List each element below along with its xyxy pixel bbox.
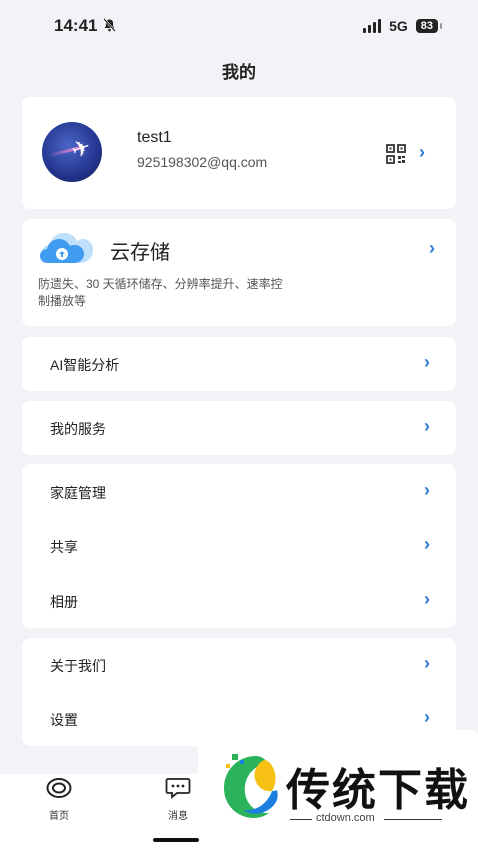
menu-item-ai-analysis[interactable]: AI智能分析 › (22, 337, 456, 391)
watermark-line-left (290, 819, 312, 820)
menu-item-label: 共享 (50, 539, 78, 555)
menu-item-about-us[interactable]: 关于我们 › (22, 638, 456, 692)
cloud-storage-card[interactable]: 云存储 防遗失、30 天循环储存、分辨率提升、速率控制播放等 › (22, 219, 456, 326)
profile-card[interactable]: ✈ test1 925198302@qq.com › (22, 97, 456, 209)
chevron-right-icon: › (424, 534, 430, 554)
silent-bell-icon (103, 17, 117, 35)
chevron-right-icon: › (424, 653, 430, 673)
watermark-url: ctdown.com (316, 812, 375, 824)
download-site-logo-icon (224, 754, 278, 818)
message-icon (165, 778, 191, 799)
menu-item-album[interactable]: 相册 › (22, 574, 456, 628)
watermark-overlay: 传统下载 ctdown.com (198, 730, 478, 826)
chevron-right-icon: › (419, 142, 425, 162)
menu-item-label: 设置 (50, 712, 78, 728)
menu-item-label: 家庭管理 (50, 485, 106, 501)
home-icon (46, 778, 72, 798)
menu-item-label: AI智能分析 (50, 357, 120, 373)
signal-icon (363, 19, 382, 33)
time-text: 14:41 (54, 16, 98, 35)
ai-analysis-card[interactable]: AI智能分析 › (22, 337, 456, 391)
family-group-card: 家庭管理 › 共享 › 相册 › (22, 464, 456, 628)
cloud-storage-title: 云存储 (110, 242, 170, 264)
airplane-icon: ✈ (68, 133, 94, 164)
page-title: 我的 (222, 63, 256, 82)
avatar[interactable]: ✈ (42, 122, 102, 182)
watermark-text: 传统下载 (286, 766, 470, 815)
menu-item-share[interactable]: 共享 › (22, 519, 456, 573)
status-bar: 14:41 5G 83 (0, 0, 478, 52)
cloud-storage-description: 防遗失、30 天循环储存、分辨率提升、速率控制播放等 (38, 277, 283, 308)
status-time: 14:41 (54, 16, 117, 36)
qr-code-icon[interactable] (386, 144, 406, 164)
chevron-right-icon: › (429, 238, 435, 258)
menu-item-my-services[interactable]: 我的服务 › (22, 401, 456, 455)
status-indicators: 5G 83 (363, 18, 443, 34)
watermark-line-right (384, 819, 442, 820)
cloud-upload-icon (40, 233, 93, 263)
menu-item-label: 我的服务 (50, 421, 106, 437)
menu-item-label: 相册 (50, 594, 78, 610)
network-type: 5G (389, 18, 408, 34)
chevron-right-icon: › (424, 707, 430, 727)
chevron-right-icon: › (424, 589, 430, 609)
my-services-card[interactable]: 我的服务 › (22, 401, 456, 455)
home-indicator (153, 838, 199, 842)
user-email: 925198302@qq.com (137, 154, 268, 170)
tab-home[interactable]: 首页 (29, 774, 89, 822)
menu-item-family-management[interactable]: 家庭管理 › (22, 465, 456, 519)
username: test1 (137, 129, 172, 146)
battery-icon: 83 (415, 19, 443, 33)
chevron-right-icon: › (424, 416, 430, 436)
menu-item-label: 关于我们 (50, 658, 106, 674)
chevron-right-icon: › (424, 352, 430, 372)
tab-label: 首页 (49, 811, 69, 822)
chevron-right-icon: › (424, 480, 430, 500)
